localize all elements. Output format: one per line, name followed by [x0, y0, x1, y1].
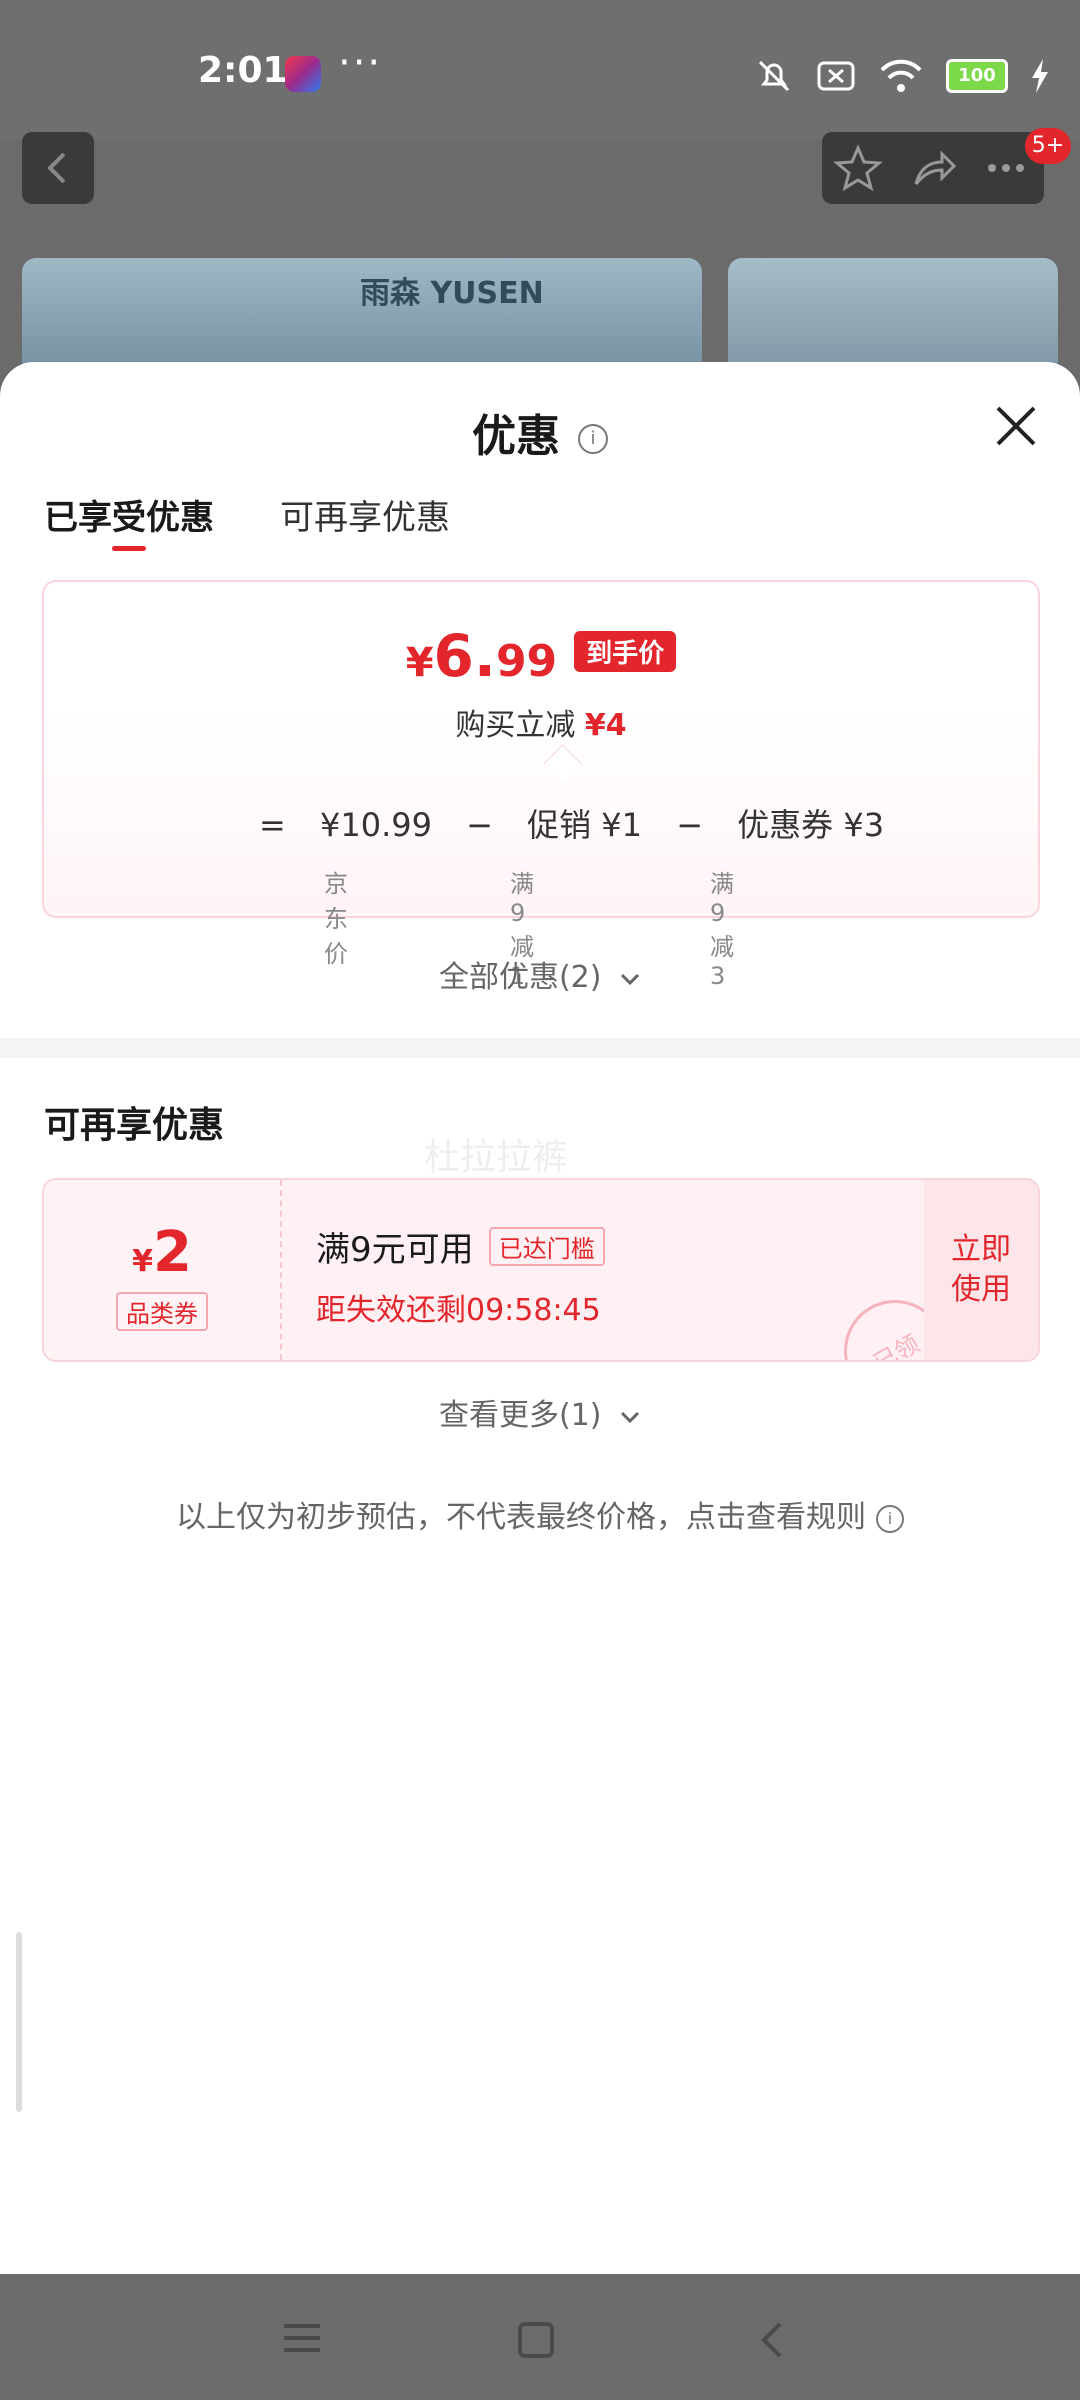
offers-sheet: 优惠 i 已享受优惠 可再享优惠 ¥6.99 到手价 购买立减 ¥4 = ¥10.…	[0, 362, 1080, 2274]
coupon-value: ¥2	[44, 1220, 280, 1285]
price-disclaimer[interactable]: 以上仅为初步预估，不代表最终价格，点击查看规则 i	[0, 1492, 1080, 1536]
battery-icon: 100	[946, 59, 1008, 93]
tab-enjoyed-offers[interactable]: 已享受优惠	[44, 490, 214, 551]
price-calculation-card: ¥6.99 到手价 购买立减 ¥4 = ¥10.99 − 促销 ¥1 − 优惠券…	[42, 580, 1040, 990]
disclaimer-text: 以上仅为初步预估，不代表最终价格，点击查看规则	[176, 1500, 866, 1535]
banner-brand-text: 雨森 YUSEN	[360, 276, 544, 311]
use-now-label-line2: 使用	[951, 1272, 1011, 1307]
reduction-amount: ¥4	[584, 708, 627, 743]
minus-sign: −	[466, 806, 493, 844]
section-divider	[0, 1038, 1080, 1058]
back-button[interactable]	[22, 132, 94, 204]
offers-tabs: 已享受优惠 可再享优惠	[44, 490, 450, 551]
top-toolbar	[822, 132, 1044, 204]
menu-icon[interactable]	[282, 2320, 322, 2356]
equals-sign: =	[259, 806, 286, 844]
status-icons: 100	[754, 56, 1050, 96]
promotion-discount: 促销 ¥1	[527, 806, 643, 844]
callout-pointer	[543, 744, 582, 783]
sheet-title: 优惠	[472, 411, 560, 462]
share-icon[interactable]	[908, 142, 960, 194]
coupon-value-area: ¥2 品类券	[44, 1180, 282, 1360]
charging-icon	[1032, 59, 1048, 93]
see-more-toggle[interactable]: 查看更多(1)	[0, 1390, 1080, 1434]
coupon-card: ¥2 品类券 满9元可用 已达门槛 距失效还剩09:58:45 已领 立即 使用	[42, 1178, 1040, 1362]
final-price: ¥6.99 到手价	[44, 622, 1038, 690]
use-now-button[interactable]: 立即 使用	[924, 1180, 1038, 1360]
chevron-down-icon	[620, 973, 640, 986]
coupon-countdown: 距失效还剩09:58:45	[316, 1293, 601, 1328]
price-currency: ¥	[405, 640, 434, 686]
tab-more-offers[interactable]: 可再享优惠	[280, 490, 450, 539]
more-notifications-icon: ···	[338, 40, 383, 86]
back-icon[interactable]	[756, 2320, 786, 2360]
favorite-star-icon[interactable]	[832, 142, 884, 194]
coupon-condition: 满9元可用	[316, 1230, 474, 1270]
minus-sign: −	[676, 806, 703, 844]
instant-reduction: 购买立减 ¥4	[44, 700, 1038, 744]
sim-off-icon	[817, 61, 855, 91]
use-now-label-line1: 立即	[951, 1232, 1011, 1267]
coupon-discount: 优惠券 ¥3	[737, 806, 885, 844]
sheet-title-row: 优惠 i	[0, 400, 1080, 464]
price-decimal: 99	[495, 636, 558, 687]
more-icon[interactable]	[980, 142, 1032, 194]
price-integer: 6.	[433, 622, 496, 690]
price-formula: = ¥10.99 − 促销 ¥1 − 优惠券 ¥3	[259, 800, 908, 846]
message-count-badge: 5+	[1025, 128, 1071, 164]
system-navigation-bar	[0, 2274, 1080, 2400]
info-icon[interactable]: i	[578, 424, 608, 454]
coupon-amount: 2	[152, 1220, 192, 1285]
rules-info-icon[interactable]: i	[876, 1504, 904, 1533]
section-title-more-offers: 可再享优惠	[44, 1105, 225, 1146]
all-offers-label: 全部优惠(2)	[438, 960, 602, 995]
coupon-type-badge: 品类券	[116, 1292, 208, 1331]
status-time: 2:01	[198, 50, 288, 91]
wifi-icon	[880, 59, 922, 92]
close-icon[interactable]	[992, 402, 1040, 450]
base-price: ¥10.99	[319, 806, 432, 844]
final-price-tag: 到手价	[574, 631, 677, 672]
chevron-left-icon	[47, 152, 66, 184]
home-icon[interactable]	[516, 2320, 556, 2360]
chevron-down-icon	[620, 1411, 640, 1424]
all-offers-toggle[interactable]: 全部优惠(2)	[0, 952, 1080, 996]
coupon-details: 满9元可用 已达门槛 距失效还剩09:58:45	[316, 1222, 605, 1329]
reduction-label: 购买立减	[455, 708, 576, 743]
mute-icon	[758, 60, 790, 92]
threshold-reached-badge: 已达门槛	[488, 1227, 605, 1266]
app-notification-icon	[285, 56, 321, 92]
background-text: 杜拉拉裤	[424, 1137, 569, 1178]
scrollbar[interactable]	[16, 1932, 22, 2112]
coupon-currency: ¥	[132, 1244, 153, 1279]
status-bar: 2:01 ··· 100	[0, 0, 1080, 140]
see-more-label: 查看更多(1)	[438, 1398, 602, 1433]
